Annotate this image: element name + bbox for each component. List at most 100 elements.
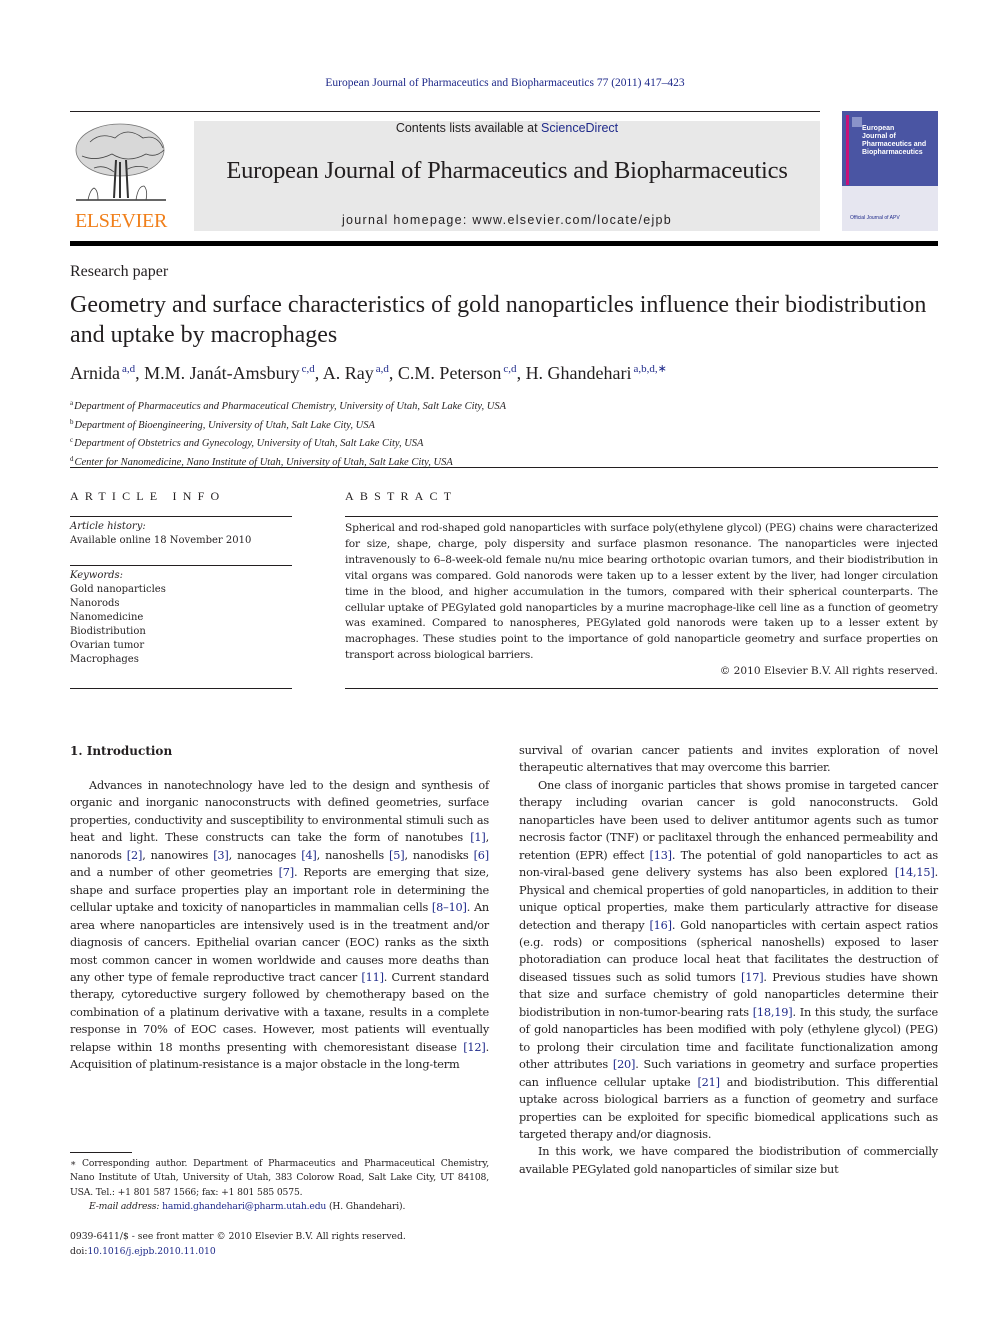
affiliation-text: Department of Pharmaceutics and Pharmace… xyxy=(74,401,507,412)
body-text: and a number of other geometries xyxy=(70,866,279,880)
contents-prefix: Contents lists available at xyxy=(395,121,542,135)
top-rule xyxy=(70,111,820,112)
affiliation-text: Center for Nanomedicine, Nano Institute … xyxy=(74,456,453,468)
body-paragraph: survival of ovarian cancer patients and … xyxy=(519,742,938,777)
cover-title-line: Pharmaceutics and xyxy=(862,141,927,148)
reference-link[interactable]: [5] xyxy=(389,849,405,862)
keyword-item: Biodistribution xyxy=(70,626,146,637)
author-affiliation-link[interactable]: a,b,d,∗ xyxy=(634,363,667,375)
running-head[interactable]: European Journal of Pharmaceutics and Bi… xyxy=(0,77,992,89)
affiliation-key: c xyxy=(70,436,74,444)
cover-stripe xyxy=(846,115,849,185)
reference-link[interactable]: [7] xyxy=(279,866,295,879)
section-rule xyxy=(70,467,938,468)
email-suffix: (H. Ghandehari). xyxy=(326,1200,406,1212)
keywords-block: Keywords: Gold nanoparticles Nanorods Na… xyxy=(70,569,292,667)
abstract-heading: ABSTRACT xyxy=(345,489,458,503)
reference-link[interactable]: [14,15] xyxy=(895,866,935,879)
reference-link[interactable]: [6] xyxy=(474,849,490,862)
journal-cover[interactable]: European Journal of Pharmaceutics and Bi… xyxy=(842,111,938,231)
cover-title: European Journal of Pharmaceutics and Bi… xyxy=(862,125,936,157)
email-label: E-mail address: xyxy=(89,1200,160,1212)
reference-link[interactable]: [11] xyxy=(361,971,384,984)
body-text: , nanodisks xyxy=(404,848,474,862)
sciencedirect-link[interactable]: ScienceDirect xyxy=(541,121,618,135)
history-label: Article history: xyxy=(70,521,146,532)
body-text: In this work, we have compared the biodi… xyxy=(519,1145,938,1176)
contents-line: Contents lists available at ScienceDirec… xyxy=(194,121,820,135)
email-line: E-mail address: hamid.ghandehari@pharm.u… xyxy=(70,1200,489,1214)
corresponding-author-footnote: ∗ Corresponding author. Department of Ph… xyxy=(70,1157,489,1214)
author-list: Arnida a,d, M.M. Janát-Amsbury c,d, A. Ray… xyxy=(70,362,667,384)
doi-link[interactable]: 10.1016/j.ejpb.2010.11.010 xyxy=(87,1246,215,1257)
affiliation-item: aDepartment of Pharmaceutics and Pharmac… xyxy=(70,396,506,415)
elsevier-logo[interactable]: ELSEVIER xyxy=(70,120,172,232)
body-column-right: survival of ovarian cancer patients and … xyxy=(519,742,938,1178)
cover-title-line: Biopharmaceutics xyxy=(862,149,923,156)
article-info-rule xyxy=(70,516,292,517)
reference-link[interactable]: [20] xyxy=(613,1058,636,1071)
author-separator: , xyxy=(388,363,398,383)
reference-link[interactable]: [1] xyxy=(470,831,486,844)
article-info-rule xyxy=(70,688,292,689)
cover-footer: Official Journal of APV xyxy=(850,215,900,221)
author-affiliation-link[interactable]: a,d xyxy=(376,363,389,375)
paper-title: Geometry and surface characteristics of … xyxy=(70,292,927,348)
body-text: survival of ovarian cancer patients and … xyxy=(519,744,938,775)
cover-lower-panel xyxy=(842,186,938,231)
author-separator: , xyxy=(135,363,145,383)
body-text: , nanoshells xyxy=(316,848,390,862)
reference-link[interactable]: [12] xyxy=(463,1041,486,1054)
header-rule xyxy=(70,241,938,246)
reference-link[interactable]: [17] xyxy=(741,971,764,984)
keyword-item: Ovarian tumor xyxy=(70,640,145,651)
body-paragraph: In this work, we have compared the biodi… xyxy=(519,1143,938,1178)
author-separator: , xyxy=(516,363,526,383)
introduction-heading: 1. Introduction xyxy=(70,744,173,758)
email-link[interactable]: hamid.ghandehari@pharm.utah.edu xyxy=(162,1201,326,1212)
author-separator: , xyxy=(314,363,323,383)
journal-banner: Contents lists available at ScienceDirec… xyxy=(194,121,820,231)
author-affiliation-link[interactable]: c,d xyxy=(503,363,516,375)
body-paragraph: Advances in nanotechnology have led to t… xyxy=(70,777,489,1074)
abstract-text: Spherical and rod-shaped gold nanopartic… xyxy=(345,522,938,662)
journal-homepage: journal homepage: www.elsevier.com/locat… xyxy=(194,213,820,227)
article-info-heading: ARTICLE INFO xyxy=(70,489,226,503)
author-name: A. Ray xyxy=(322,363,374,383)
author-affiliation-link[interactable]: c,d xyxy=(302,363,315,375)
body-column-left: Advances in nanotechnology have led to t… xyxy=(70,777,489,1074)
affiliation-text: Department of Obstetrics and Gynecology,… xyxy=(74,438,424,449)
reference-link[interactable]: [16] xyxy=(649,919,672,932)
reference-link[interactable]: [8–10] xyxy=(432,901,467,914)
reference-link[interactable]: [2] xyxy=(127,849,143,862)
homepage-link[interactable]: www.elsevier.com/locate/ejpb xyxy=(472,213,672,227)
author-affiliation-link[interactable]: a,d xyxy=(122,363,135,375)
reference-link[interactable]: [21] xyxy=(697,1076,720,1089)
homepage-prefix: journal homepage: xyxy=(341,213,473,227)
author-name: C.M. Peterson xyxy=(397,363,502,383)
article-history: Article history: Available online 18 Nov… xyxy=(70,520,292,548)
reference-link[interactable]: [3] xyxy=(213,849,229,862)
reference-link[interactable]: [13] xyxy=(650,849,673,862)
affiliation-key: a xyxy=(70,399,74,407)
doi-prefix: doi: xyxy=(70,1245,88,1257)
body-text: , nanowires xyxy=(142,848,214,862)
body-text: Advances in nanotechnology have led to t… xyxy=(70,779,489,845)
body-paragraph: One class of inorganic particles that sh… xyxy=(519,777,938,1144)
affiliation-list: aDepartment of Pharmaceutics and Pharmac… xyxy=(70,396,506,470)
abstract-rule xyxy=(345,516,938,517)
keywords-label: Keywords: xyxy=(70,570,124,581)
reference-link[interactable]: [18,19] xyxy=(753,1006,793,1019)
history-value: Available online 18 November 2010 xyxy=(70,535,252,546)
cover-title-line: Journal of xyxy=(862,133,896,140)
affiliation-text: Department of Bioengineering, University… xyxy=(74,419,375,431)
cover-title-line: European xyxy=(862,125,895,132)
affiliation-item: bDepartment of Bioengineering, Universit… xyxy=(70,415,506,434)
author-name: M.M. Janát-Amsbury xyxy=(144,363,300,383)
affiliation-item: cDepartment of Obstetrics and Gynecology… xyxy=(70,433,506,452)
abstract-copyright: © 2010 Elsevier B.V. All rights reserved… xyxy=(719,665,938,677)
reference-link[interactable]: [4] xyxy=(301,849,317,862)
author-name: Arnida xyxy=(70,363,120,383)
keyword-item: Nanomedicine xyxy=(70,612,144,623)
keyword-item: Nanorods xyxy=(70,598,120,609)
